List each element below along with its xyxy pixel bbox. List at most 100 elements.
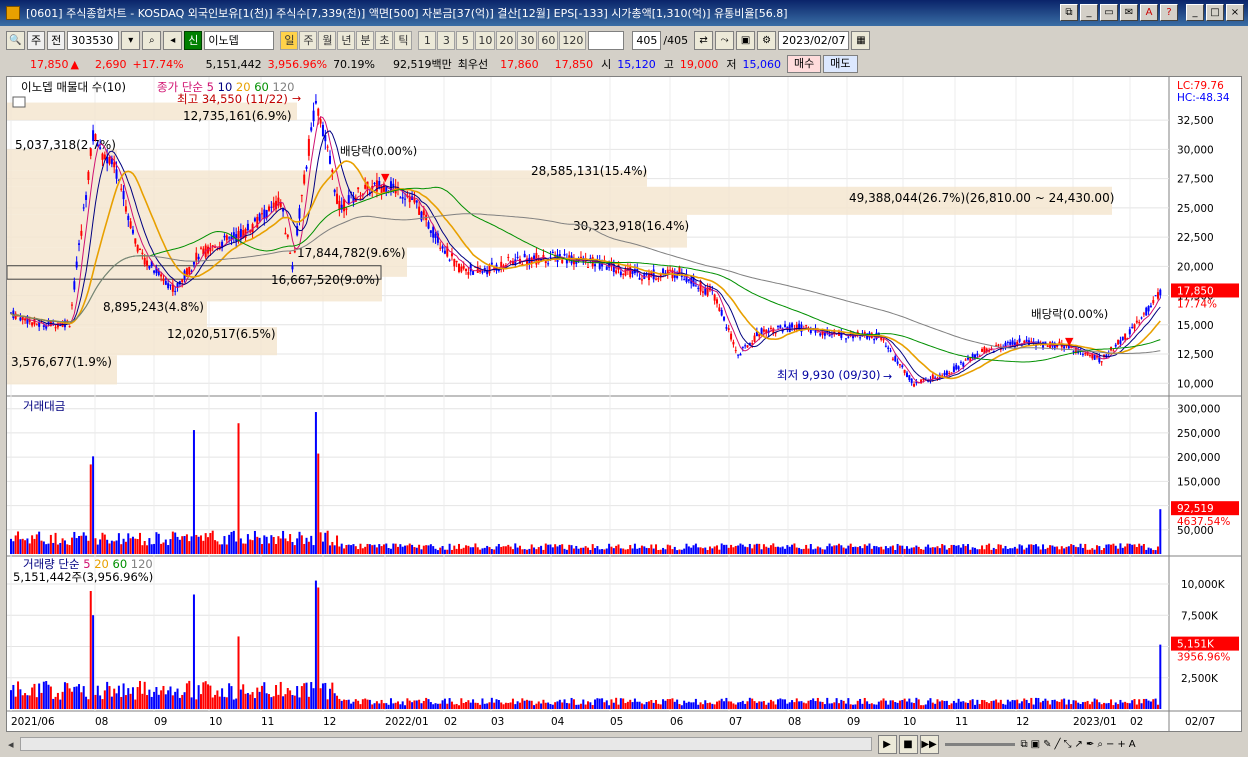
interval-20[interactable]: 20: [496, 30, 517, 50]
period-3[interactable]: 년: [337, 30, 356, 50]
amount-bar: [1013, 546, 1016, 554]
period-2[interactable]: 월: [318, 30, 337, 50]
amount-bar: [1105, 544, 1108, 554]
volume-bar: [275, 685, 278, 709]
arrow-tool-icon[interactable]: ↗: [1075, 739, 1083, 750]
line-icon[interactable]: ⤳: [715, 30, 735, 50]
scrollbar[interactable]: [19, 737, 872, 751]
dropdown-icon[interactable]: ▾: [121, 30, 141, 50]
speaker-icon[interactable]: ◂: [163, 30, 183, 50]
amount-bar: [730, 544, 733, 554]
draw-icon[interactable]: ✎: [1043, 739, 1051, 750]
max-button[interactable]: □: [1206, 4, 1224, 21]
volume-bar: [338, 698, 341, 709]
volume-bar: [1063, 698, 1066, 709]
code-input[interactable]: 303530: [67, 30, 120, 50]
volume-bar: [495, 699, 498, 709]
amount-bar: [314, 412, 317, 554]
interval-120[interactable]: 120: [559, 30, 587, 50]
zoom-slider[interactable]: [944, 742, 1015, 746]
amount-bar: [321, 541, 324, 554]
count-input[interactable]: 405: [632, 30, 662, 50]
volume-bar: [413, 700, 416, 709]
fast-forward-icon[interactable]: ▶▶: [919, 734, 939, 754]
interval-1[interactable]: 1: [418, 30, 437, 50]
amount-bar: [155, 532, 158, 554]
search-icon[interactable]: ⌕: [142, 30, 162, 50]
amount-bar: [981, 545, 984, 554]
volume-bar: [192, 594, 195, 709]
stop-icon[interactable]: ■: [898, 734, 918, 754]
candle-body: [343, 199, 346, 212]
period-1[interactable]: 주: [299, 30, 318, 50]
link-icon[interactable]: ⧉: [1060, 4, 1078, 21]
layout-icon[interactable]: ▣: [1031, 739, 1040, 750]
volume-bar: [692, 702, 695, 709]
amount-bar: [626, 549, 629, 554]
candle-body: [622, 273, 625, 275]
ray-icon[interactable]: ⤡: [1064, 739, 1072, 750]
amount-bar: [214, 540, 217, 554]
prev-button[interactable]: 전: [47, 30, 66, 50]
save-icon[interactable]: ▣: [736, 30, 756, 50]
volume-bar: [734, 704, 737, 709]
volume-bar: [230, 686, 233, 709]
volume-value-legend: 5,151,442주(3,956.96%): [13, 570, 153, 584]
close-button[interactable]: ×: [1226, 4, 1244, 21]
interval-60[interactable]: 60: [538, 30, 559, 50]
volume-ma-legend-item: 5: [83, 557, 94, 571]
volume-bar: [1023, 698, 1026, 709]
stock-name[interactable]: 이노뎁: [204, 30, 275, 50]
plus-icon[interactable]: +: [1117, 739, 1125, 750]
amount-bar: [103, 534, 106, 554]
amount-bar: [917, 546, 920, 554]
volume-bar: [59, 699, 62, 709]
restore-icon[interactable]: ▭: [1100, 4, 1118, 21]
zoom-icon[interactable]: ⌕: [1097, 739, 1103, 750]
min-button[interactable]: _: [1186, 4, 1204, 21]
candle-body: [42, 325, 45, 327]
period-5[interactable]: 초: [375, 30, 394, 50]
amount-bar: [307, 541, 310, 554]
amount-bar: [1110, 544, 1113, 554]
arrow-icon[interactable]: ⇄: [694, 30, 714, 50]
amount-bar: [732, 547, 735, 554]
volume-bar: [350, 703, 353, 709]
volume-bar: [880, 700, 883, 709]
amount-bar: [488, 547, 491, 554]
sell-button[interactable]: 매도: [823, 55, 858, 73]
fit-icon[interactable]: ⧉: [1021, 739, 1028, 750]
amount-bar: [296, 538, 299, 554]
interval-3[interactable]: 3: [437, 30, 456, 50]
type-select[interactable]: 주: [27, 30, 46, 50]
candle-body: [544, 261, 547, 264]
amount-bar: [631, 548, 634, 554]
volume-bar: [1133, 699, 1136, 709]
date-input[interactable]: 2023/02/07: [778, 30, 850, 50]
minus-icon[interactable]: −: [1106, 739, 1114, 750]
period-4[interactable]: 분: [356, 30, 375, 50]
period-0[interactable]: 일: [280, 30, 299, 50]
play-icon[interactable]: ▶: [877, 734, 897, 754]
calendar-icon[interactable]: ▦: [851, 30, 871, 50]
interval-5[interactable]: 5: [456, 30, 475, 50]
line-tool-icon[interactable]: ╱: [1055, 739, 1061, 750]
scroll-left-icon[interactable]: ◂: [8, 738, 14, 751]
period-6[interactable]: 틱: [394, 30, 413, 50]
interval-10[interactable]: 10: [475, 30, 496, 50]
pen-icon[interactable]: ✒: [1086, 739, 1094, 750]
chart-area[interactable]: 32,50030,00027,50025,00022,50020,00017,5…: [6, 76, 1242, 732]
volume-bar: [821, 701, 824, 709]
price-chart[interactable]: 32,50030,00027,50025,00022,50020,00017,5…: [6, 77, 1241, 731]
minimize-icon[interactable]: _: [1080, 4, 1098, 21]
mail-icon[interactable]: ✉: [1120, 4, 1138, 21]
font-icon[interactable]: A: [1140, 4, 1158, 21]
buy-button[interactable]: 매수: [787, 55, 822, 73]
interval-input[interactable]: [588, 30, 625, 50]
help-icon[interactable]: ?: [1160, 4, 1178, 21]
volume-bar: [962, 701, 965, 709]
chart-settings-icon[interactable]: 🔍: [6, 30, 25, 50]
gear-icon[interactable]: ⚙: [757, 30, 777, 50]
interval-30[interactable]: 30: [517, 30, 538, 50]
text-icon[interactable]: A: [1129, 739, 1136, 750]
